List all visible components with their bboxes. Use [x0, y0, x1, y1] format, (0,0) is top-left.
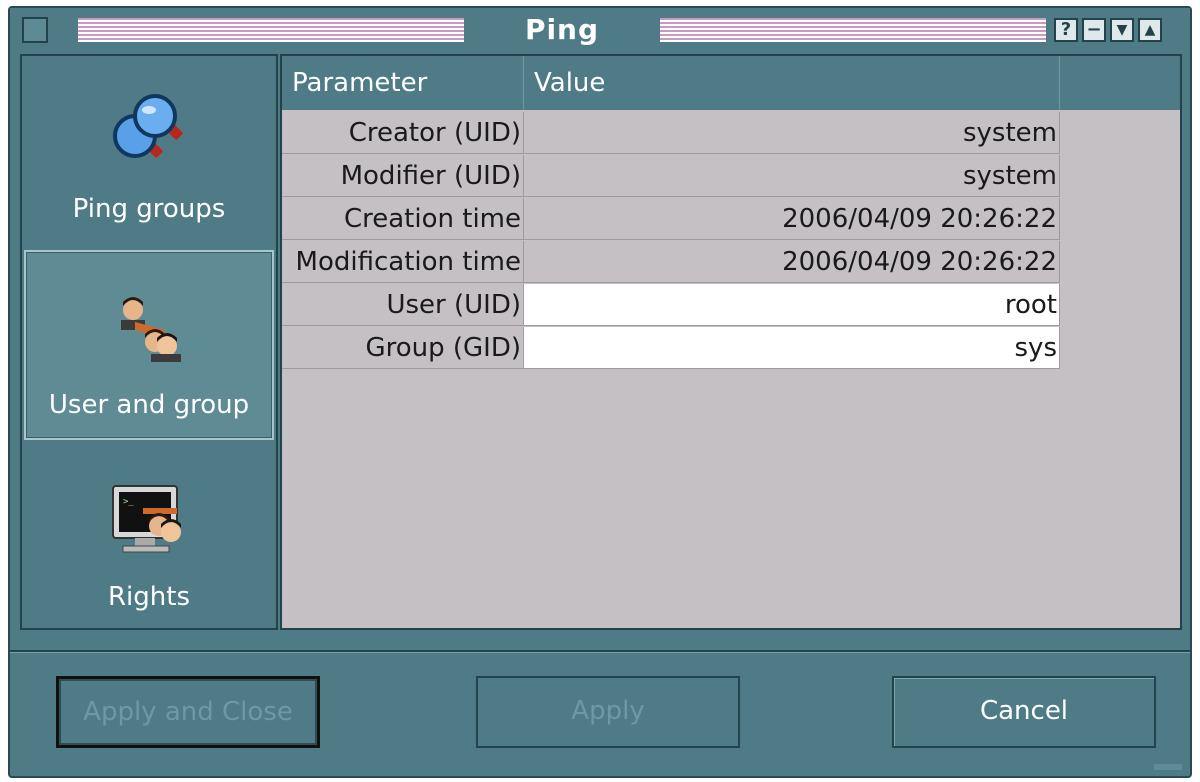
- monitor-users-icon: >_: [24, 478, 274, 562]
- param-cell: Creator (UID): [282, 112, 524, 154]
- apply-button[interactable]: Apply: [476, 676, 740, 748]
- table-row: Modification time 2006/04/09 20:26:22: [282, 241, 1060, 283]
- title-bar[interactable]: Ping groups ? − ▼ ▲: [10, 8, 1190, 78]
- title-stripes-right: [660, 18, 1046, 42]
- table-row: Creation time 2006/04/09 20:26:22: [282, 198, 1060, 240]
- table-row: Group (GID) sys: [282, 327, 1060, 369]
- value-cell: 2006/04/09 20:26:22: [524, 198, 1060, 240]
- param-cell: Modification time: [282, 241, 524, 283]
- sidebar: Ping groups User and group >_ Rights: [20, 54, 278, 630]
- shade-button[interactable]: ▼: [1110, 18, 1134, 42]
- magnifier-icon: [24, 90, 274, 174]
- help-button[interactable]: ?: [1054, 18, 1078, 42]
- value-cell: system: [524, 112, 1060, 154]
- users-icon: [26, 286, 272, 370]
- table-row: Modifier (UID) system: [282, 155, 1060, 197]
- sidebar-item-ping-groups[interactable]: Ping groups: [24, 56, 274, 246]
- value-cell: 2006/04/09 20:26:22: [524, 241, 1060, 283]
- sidebar-item-label: Ping groups: [72, 194, 226, 224]
- user-uid-field[interactable]: root: [524, 284, 1060, 326]
- param-cell: User (UID): [282, 284, 524, 326]
- table-row: Creator (UID) system: [282, 112, 1060, 154]
- param-cell: Creation time: [282, 198, 524, 240]
- group-gid-field[interactable]: sys: [524, 327, 1060, 369]
- minimize-button[interactable]: −: [1082, 18, 1106, 42]
- cancel-button[interactable]: Cancel: [892, 676, 1156, 748]
- svg-text:>_: >_: [123, 497, 134, 507]
- dialog-window: Ping groups ? − ▼ ▲ Ping groups: [8, 6, 1192, 778]
- maximize-button[interactable]: ▲: [1138, 18, 1162, 42]
- sidebar-item-user-and-group[interactable]: User and group: [24, 250, 274, 440]
- title-stripes-left: [78, 18, 464, 42]
- column-header-value[interactable]: Value: [524, 56, 1060, 110]
- table-header: Parameter Value: [282, 56, 1180, 110]
- sidebar-item-label: User and group: [48, 390, 250, 420]
- column-header-parameter[interactable]: Parameter: [282, 56, 524, 110]
- sidebar-item-label: Rights: [107, 582, 190, 612]
- value-cell: system: [524, 155, 1060, 197]
- divider: [10, 650, 1190, 653]
- sidebar-item-rights[interactable]: >_ Rights: [24, 444, 274, 634]
- window-title: Ping groups: [504, 13, 619, 78]
- parameter-table: Parameter Value Creator (UID) system Mod…: [280, 54, 1182, 630]
- window-menu-button[interactable]: [22, 17, 48, 43]
- table-row: User (UID) root: [282, 284, 1060, 326]
- param-cell: Group (GID): [282, 327, 524, 369]
- resize-grip[interactable]: [1154, 764, 1182, 770]
- param-cell: Modifier (UID): [282, 155, 524, 197]
- apply-and-close-button[interactable]: Apply and Close: [56, 676, 320, 748]
